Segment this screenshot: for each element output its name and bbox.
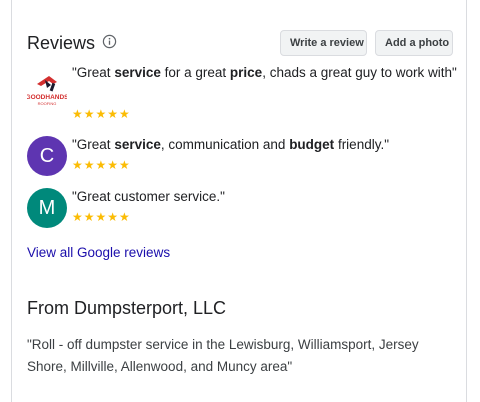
review-text: "Great service for a great price, chads … <box>72 65 457 80</box>
review-text: "Great customer service." <box>72 189 225 204</box>
write-review-button[interactable]: Write a review <box>280 30 367 56</box>
review-item: GOODHANDS ROOFING "Great service for a g… <box>27 62 460 122</box>
star-rating: ★★★★★ <box>72 107 131 121</box>
star-rating: ★★★★★ <box>72 210 131 224</box>
from-business-title: From Dumpsterport, LLC <box>27 298 227 318</box>
review-item: M "Great customer service." ★★★★★ <box>27 186 460 230</box>
view-all-reviews-link[interactable]: View all Google reviews <box>27 245 170 260</box>
svg-text:GOODHANDS: GOODHANDS <box>27 94 67 101</box>
svg-text:ROOFING: ROOFING <box>38 101 57 106</box>
reviews-header: Reviews Write a review Add a photo <box>27 30 480 58</box>
review-text: "Great service, communication and budget… <box>72 137 389 152</box>
avatar: M <box>27 188 67 228</box>
reviews-title: Reviews <box>27 33 96 53</box>
info-icon[interactable] <box>102 34 117 49</box>
goodhands-roofing-logo: GOODHANDS ROOFING <box>27 76 67 106</box>
avatar: C <box>27 136 67 176</box>
star-rating: ★★★★★ <box>72 158 131 172</box>
business-description: "Roll - off dumpster service in the Lewi… <box>27 337 419 374</box>
add-photo-button[interactable]: Add a photo <box>375 30 453 56</box>
review-item: C "Great service, communication and budg… <box>27 134 460 178</box>
